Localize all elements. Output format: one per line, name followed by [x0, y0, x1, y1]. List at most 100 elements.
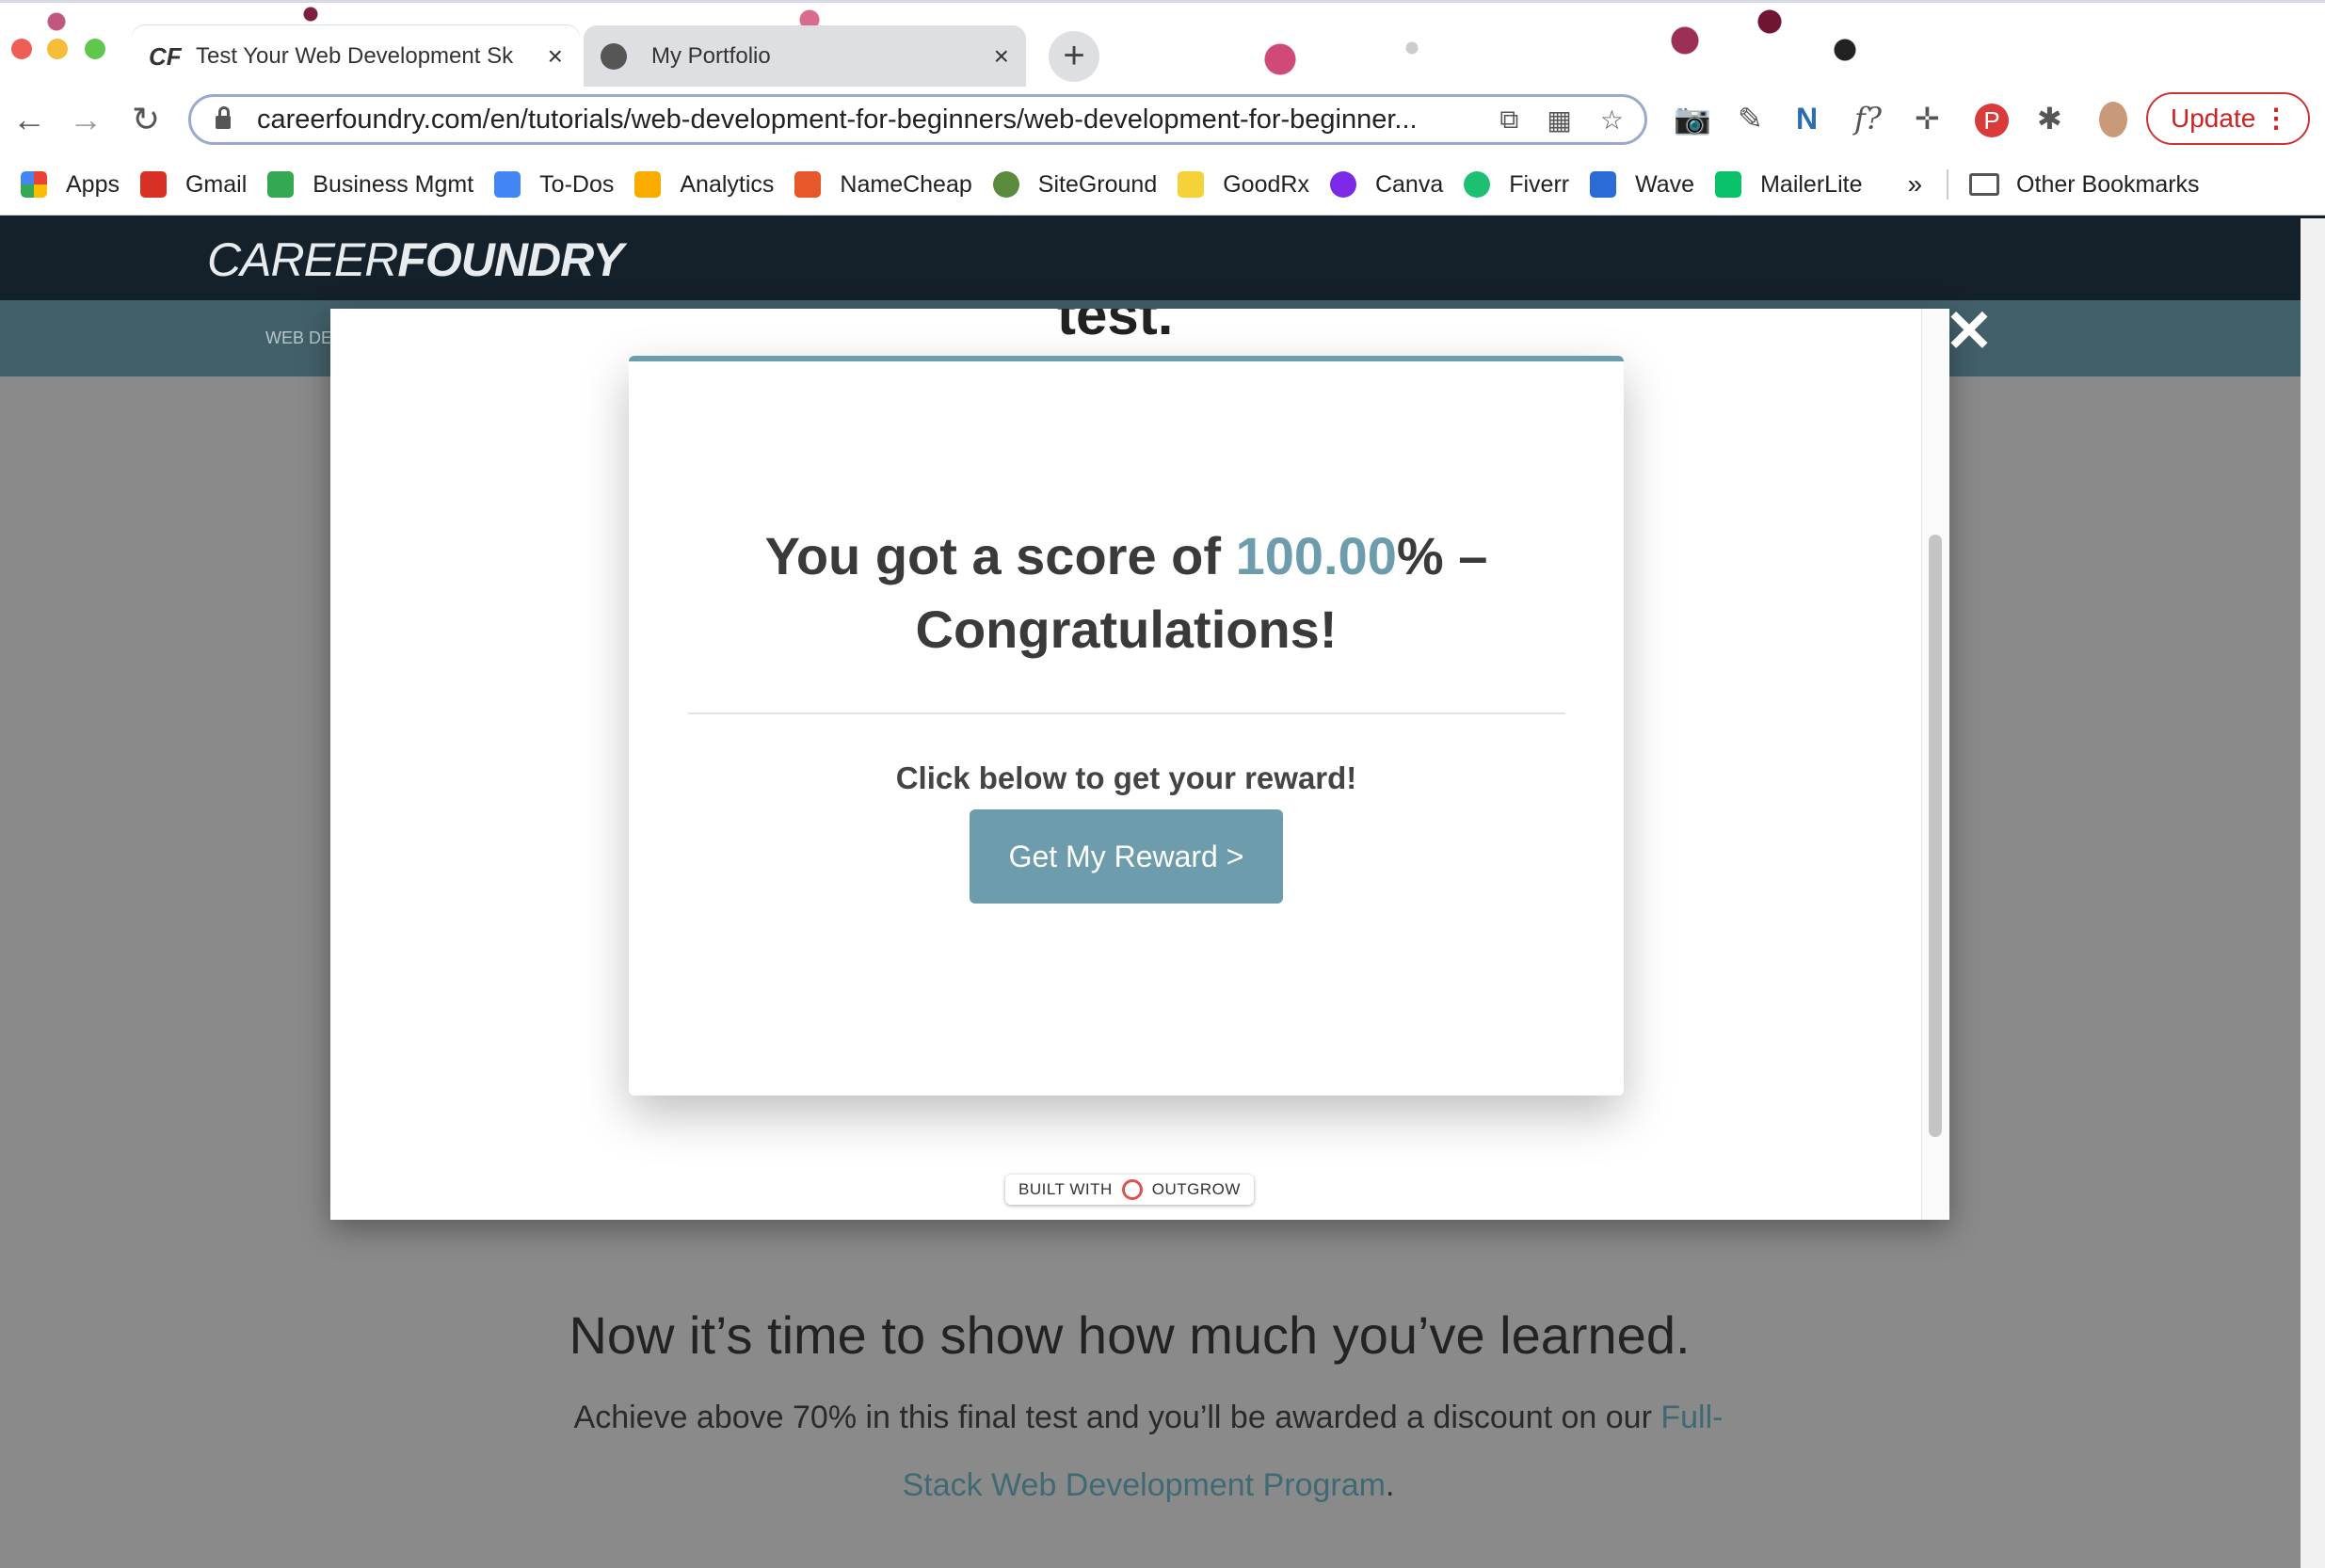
bookmark-label: MailerLite	[1760, 170, 1863, 198]
bookmark-other[interactable]: Other Bookmarks	[1969, 171, 2200, 199]
goodrx-icon	[1178, 171, 1205, 198]
more-bookmarks-button[interactable]: »	[1907, 169, 1922, 200]
tab-close-icon[interactable]: ×	[994, 41, 1009, 72]
bookmark-label: Other Bookmarks	[2016, 170, 2200, 198]
menu-icon[interactable]: ⋮	[2263, 94, 2289, 143]
bookmark-apps[interactable]: Apps	[21, 171, 120, 199]
bookmark-label: Wave	[1635, 170, 1695, 198]
namecheap-icon	[794, 171, 822, 198]
browser-toolbar: ← → ↻ careerfoundry.com/en/tutorials/web…	[0, 87, 2325, 154]
bookmark-siteground[interactable]: SiteGround	[992, 170, 1158, 199]
lock-icon	[216, 106, 231, 129]
careerfoundry-favicon-icon: CF	[149, 41, 182, 71]
notion-extension-icon[interactable]: N	[1796, 98, 1818, 139]
address-bar[interactable]: careerfoundry.com/en/tutorials/web-devel…	[188, 94, 1647, 145]
careerfoundry-logo[interactable]: CAREERFOUNDRY	[207, 232, 624, 287]
paragraph-end: .	[1385, 1467, 1395, 1503]
bookmark-analytics[interactable]: Analytics	[634, 171, 774, 199]
minimize-window-button[interactable]	[47, 39, 68, 59]
built-with-outgrow-badge[interactable]: BUILT WITH OUTGROW	[1005, 1175, 1254, 1205]
forward-button[interactable]: →	[62, 96, 109, 143]
bookmark-wave[interactable]: Wave	[1590, 171, 1694, 199]
cast-icon[interactable]: ⧉	[1499, 104, 1518, 136]
tab-title: My Portfolio	[651, 43, 771, 69]
tab-strip: CF Test Your Web Development Sk × My Por…	[0, 0, 2325, 89]
logo-text-bold: FOUNDRY	[397, 233, 623, 286]
divider	[688, 712, 1565, 714]
puzzle-extensions-icon[interactable]: ✱	[2037, 98, 2062, 139]
bookmark-label: NameCheap	[840, 170, 972, 198]
bookmark-label: Fiverr	[1509, 170, 1570, 198]
sheets-icon	[267, 171, 295, 198]
built-with-label: BUILT WITH	[1018, 1180, 1113, 1198]
profile-avatar[interactable]	[2099, 102, 2127, 137]
page-heading: Now it’s time to show how much you’ve le…	[569, 1305, 1691, 1365]
bookmark-namecheap[interactable]: NameCheap	[794, 170, 972, 199]
result-card: You got a score of 100.00% – Congratulat…	[629, 356, 1624, 1096]
bookmark-label: Business Mgmt	[313, 170, 474, 198]
analytics-icon	[634, 171, 662, 198]
close-window-button[interactable]	[11, 39, 32, 59]
camera-extension-icon[interactable]: 📷	[1674, 98, 1711, 139]
score-suffix: % –	[1396, 526, 1488, 585]
page-scrollbar[interactable]	[2301, 218, 2325, 1568]
bookmark-star-icon[interactable]: ☆	[1600, 104, 1624, 136]
tab-my-portfolio[interactable]: My Portfolio ×	[584, 25, 1026, 88]
bookmark-label: GoodRx	[1223, 170, 1309, 198]
modal-scrollbar-thumb[interactable]	[1929, 535, 1942, 1137]
paragraph-text: Achieve above 70% in this final test and…	[573, 1400, 1661, 1435]
congratulations-text: Congratulations!	[915, 600, 1338, 659]
score-text: You got a score of 100.00% –	[629, 525, 1624, 586]
url-text[interactable]: careerfoundry.com/en/tutorials/web-devel…	[257, 104, 1479, 136]
new-tab-button[interactable]: +	[1049, 31, 1099, 82]
mailerlite-icon	[1715, 171, 1742, 198]
bookmarks-divider	[1947, 169, 1949, 200]
apps-grid-icon	[21, 171, 47, 198]
maximize-window-button[interactable]	[85, 39, 105, 59]
bookmark-label: SiteGround	[1037, 170, 1158, 198]
score-value: 100.00	[1235, 526, 1397, 585]
bookmark-goodrx[interactable]: GoodRx	[1178, 171, 1309, 199]
logo-text-light: CAREER	[207, 233, 398, 286]
eyedropper-extension-icon[interactable]: ✎	[1738, 98, 1763, 139]
update-button[interactable]: Update ⋮	[2146, 92, 2310, 145]
bookmark-label: Canva	[1374, 170, 1444, 198]
fiverr-icon	[1464, 171, 1491, 198]
reward-prompt: Click below to get your reward!	[895, 760, 1357, 795]
bookmark-business-mgmt[interactable]: Business Mgmt	[267, 171, 473, 199]
bookmarks-bar: Apps Gmail Business Mgmt To-Dos Analytic…	[0, 154, 2325, 216]
tab-close-icon[interactable]: ×	[548, 41, 563, 72]
outgrow-label: OUTGROW	[1151, 1180, 1241, 1198]
close-modal-icon[interactable]: ✕	[1945, 303, 1994, 361]
gmail-icon	[139, 171, 167, 198]
tab-test-web-development[interactable]: CF Test Your Web Development Sk ×	[132, 25, 580, 88]
ruler-extension-icon[interactable]: ✛	[1915, 98, 1940, 139]
site-header: CAREERFOUNDRY	[0, 216, 2325, 300]
canva-icon	[1329, 171, 1356, 198]
update-label: Update	[2171, 104, 2256, 133]
back-button[interactable]: ←	[6, 96, 53, 143]
bookmark-label: Apps	[66, 170, 120, 198]
bookmark-canva[interactable]: Canva	[1329, 170, 1444, 199]
get-reward-button[interactable]: Get My Reward >	[970, 809, 1283, 904]
bookmark-label: Gmail	[184, 170, 248, 198]
modal-heading-peek: test.	[1057, 309, 1174, 346]
subnav-item[interactable]: WEB DE	[265, 328, 332, 348]
bookmark-to-dos[interactable]: To-Dos	[494, 171, 614, 199]
folder-icon	[1969, 173, 2000, 196]
bookmark-label: To-Dos	[539, 170, 615, 198]
globe-icon	[601, 43, 627, 70]
tab-title: Test Your Web Development Sk	[196, 43, 514, 69]
bookmark-gmail[interactable]: Gmail	[139, 170, 248, 199]
reload-button[interactable]: ↻	[122, 96, 169, 143]
function-extension-icon[interactable]: f?	[1854, 98, 1882, 139]
pinterest-extension-icon[interactable]: P	[1975, 104, 2009, 137]
bookmark-fiverr[interactable]: Fiverr	[1464, 171, 1569, 199]
score-prefix: You got a score of	[764, 526, 1236, 585]
bookmark-mailerlite[interactable]: MailerLite	[1715, 171, 1862, 199]
page-paragraph: Achieve above 70% in this final test and…	[555, 1384, 1741, 1519]
qr-code-icon[interactable]: ▦	[1547, 104, 1571, 136]
quiz-result-modal: test. You got a score of 100.00% – Congr…	[330, 309, 1949, 1220]
docs-icon	[494, 171, 521, 198]
outgrow-logo-icon	[1121, 1179, 1143, 1200]
